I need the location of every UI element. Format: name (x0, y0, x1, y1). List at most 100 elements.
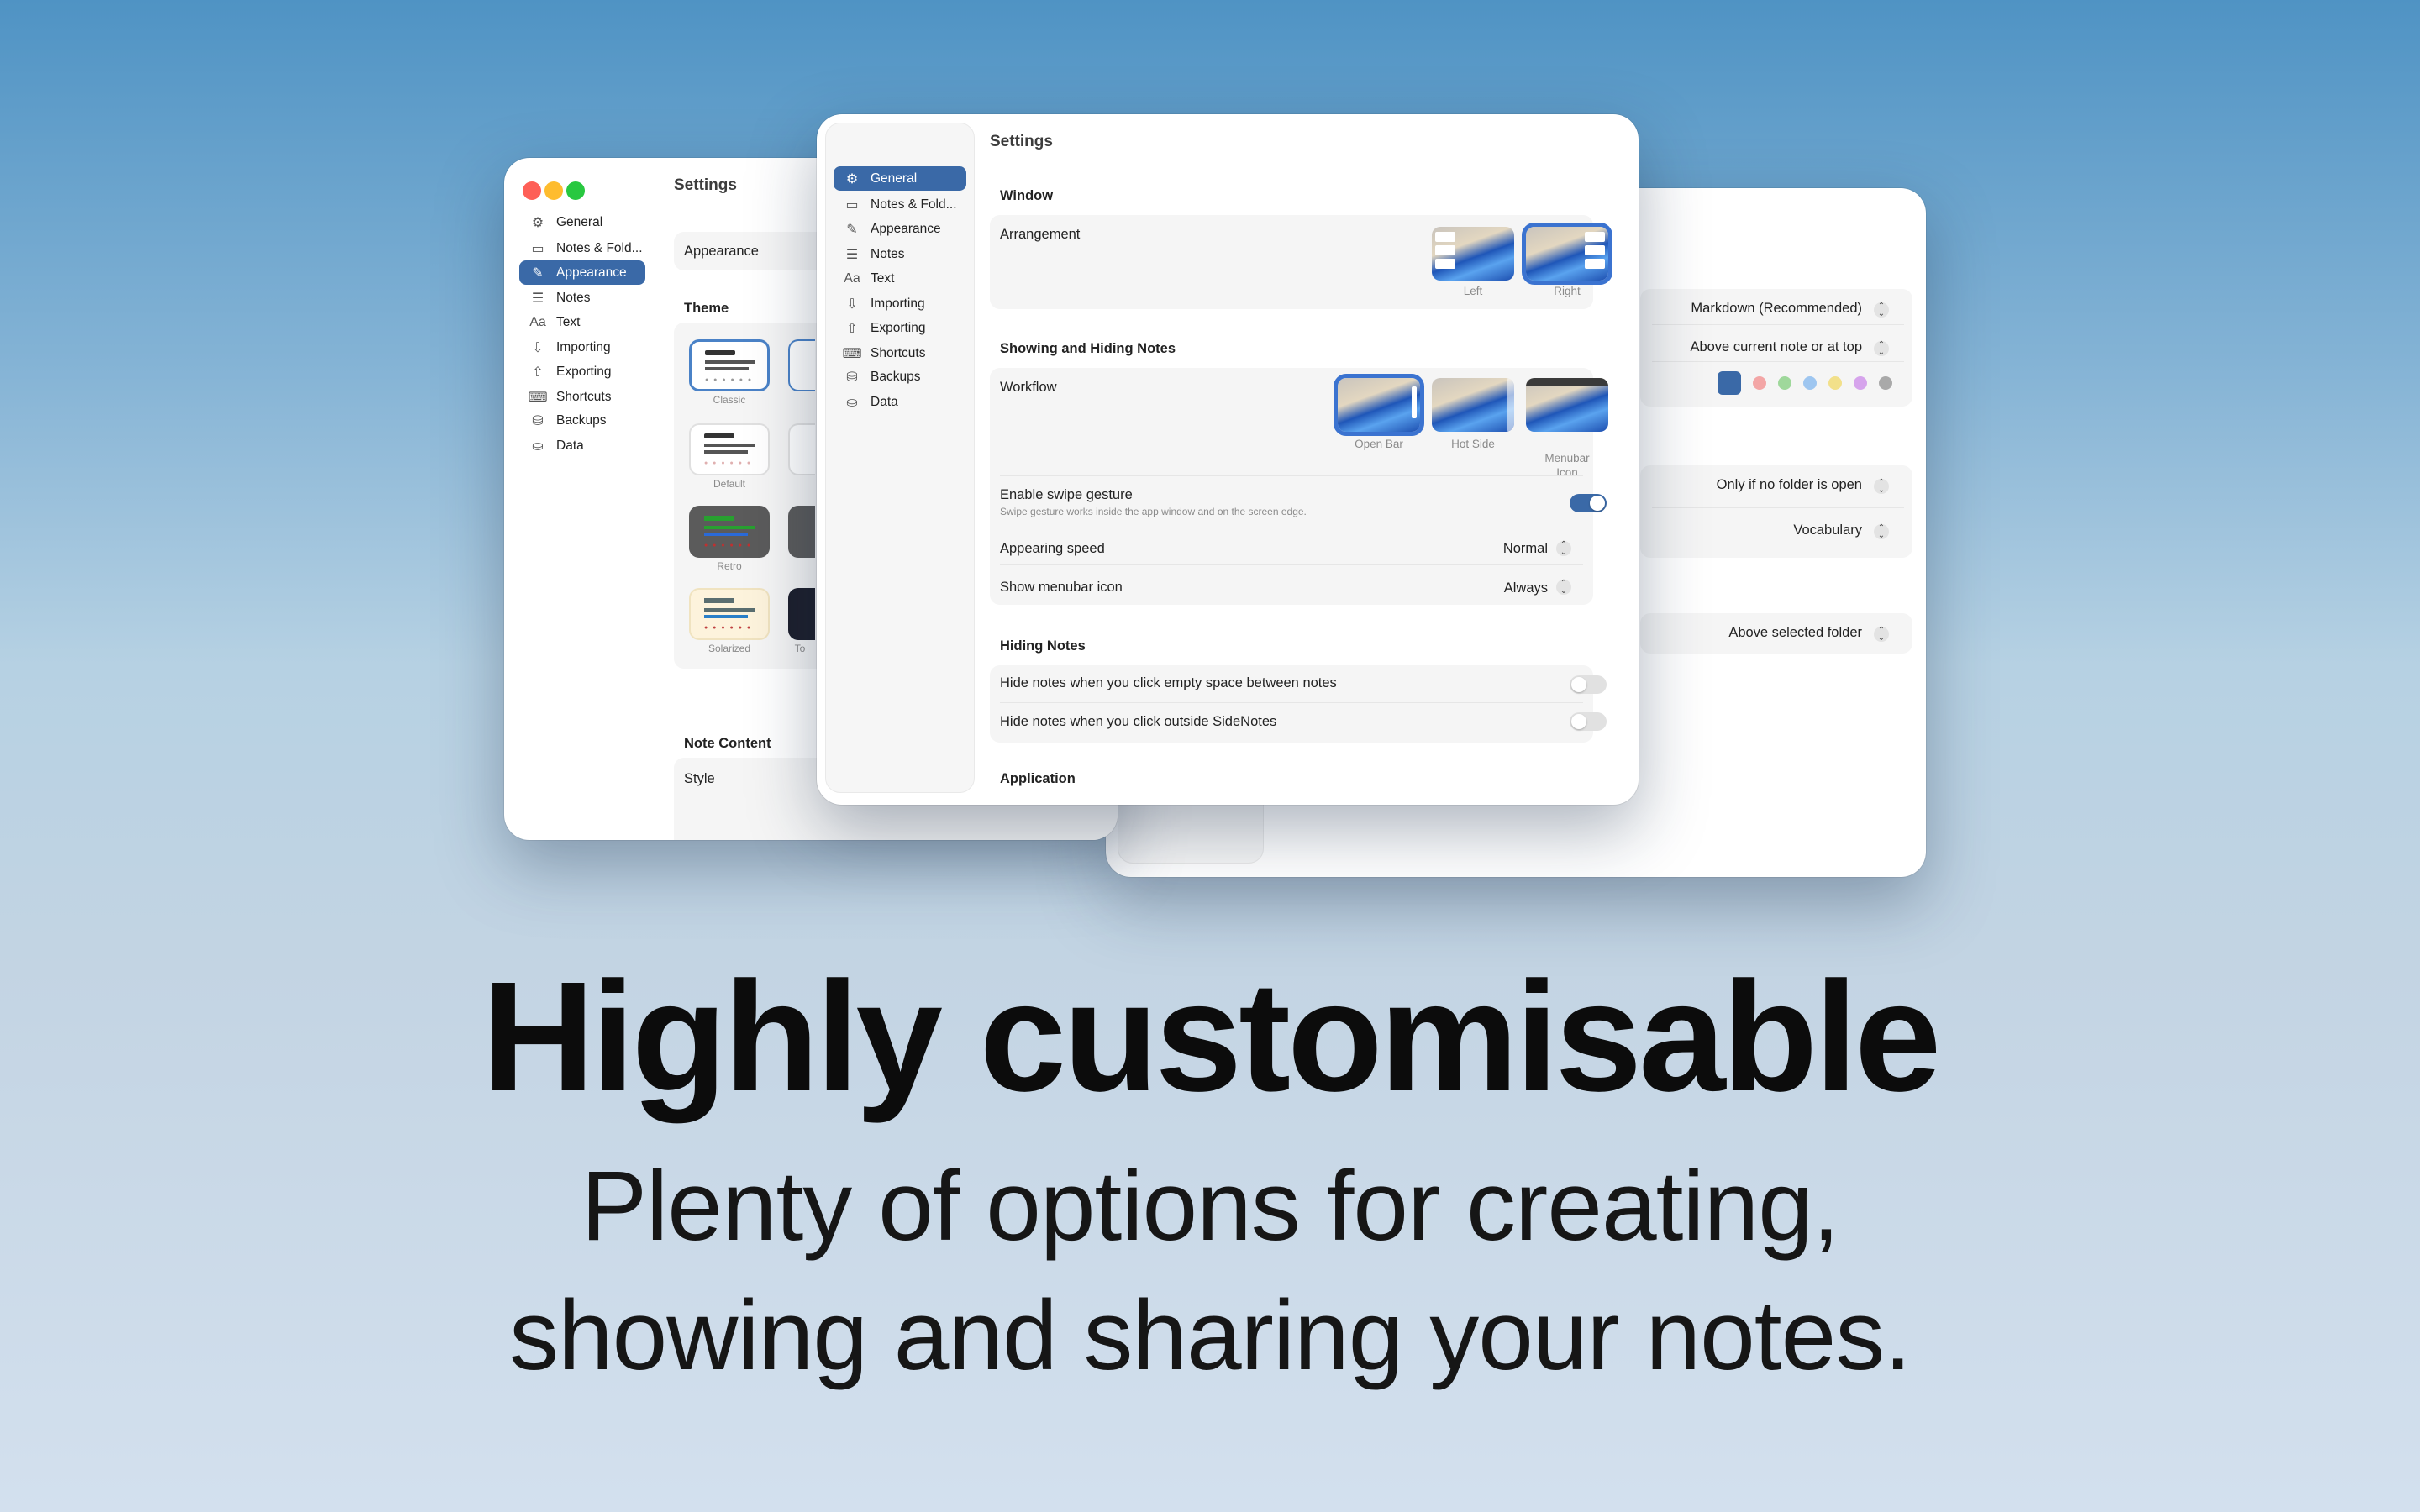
sidebar-item-exporting[interactable]: ⇧ Exporting (834, 316, 966, 340)
folder-icon: ▭ (531, 241, 544, 256)
menubar-preview (1526, 378, 1608, 386)
workflow-menubar-icon-option[interactable] (1526, 378, 1608, 432)
theme-default-thumb[interactable]: ● ● ● ● ● ● (689, 423, 770, 475)
show-menubar-icon-stepper-icon[interactable]: ⌃ ⌄ (1556, 580, 1571, 596)
arrangement-label: Arrangement (1000, 227, 1081, 242)
sidebar-item-notes[interactable]: ☰ Notes (519, 286, 645, 310)
format-stepper-icon[interactable]: ⌃ ⌄ (1874, 302, 1889, 318)
theme-default-partial-thumb[interactable] (788, 423, 815, 475)
sidebar-item-shortcuts[interactable]: ⌨ Shortcuts (834, 341, 966, 365)
sidebar-item-backups[interactable]: ⛁ Backups (519, 408, 645, 433)
sidebar-item-label: Data (871, 394, 898, 409)
new-note-position-stepper-icon[interactable]: ⌃ ⌄ (1874, 341, 1889, 357)
sidebar-preview (1435, 259, 1455, 269)
workflow-menubar-icon-label: Menubar Icon (1517, 437, 1618, 480)
application-heading: Application (1000, 771, 1076, 786)
hide-outside-toggle[interactable] (1570, 712, 1607, 731)
divider (1000, 475, 1583, 476)
sidebar-item-label: General (871, 171, 918, 186)
front-sidebar-list: ⚙ General ▭ Notes & Fold... ✎ Appearance ☰ Note… (825, 166, 975, 427)
color-swatch[interactable] (1828, 376, 1842, 390)
arrangement-right-option[interactable] (1522, 223, 1612, 285)
workflow-open-bar-option[interactable] (1334, 374, 1424, 436)
theme-classic-partial-thumb[interactable] (788, 339, 815, 391)
color-swatch[interactable] (1778, 376, 1791, 390)
sidebar-item-label: Backups (556, 412, 607, 428)
folder-position-value[interactable]: Above selected folder (1610, 625, 1862, 641)
appearing-speed-value[interactable]: Normal (1439, 541, 1548, 557)
sidebar-item-label: Shortcuts (556, 389, 612, 404)
sidebar-item-text[interactable]: Aa Text (519, 310, 645, 334)
theme-solarized-thumb[interactable]: ● ● ● ● ● ● (689, 588, 770, 640)
color-swatch-selected[interactable] (1718, 371, 1741, 395)
workflow-hot-side-option[interactable] (1432, 378, 1514, 432)
format-value[interactable]: Markdown (Recommended) (1660, 301, 1862, 317)
new-note-position-value[interactable]: Above current note or at top (1610, 339, 1862, 355)
keyboard-icon: ⌨ (528, 390, 548, 405)
folder-option-value[interactable]: Only if no folder is open (1610, 477, 1862, 493)
data-icon: ⛀ (846, 395, 858, 410)
sidebar-item-general[interactable]: ⚙ General (834, 166, 966, 191)
theme-retro-thumb[interactable]: ● ● ● ● ● ● (689, 506, 770, 558)
sidebar-item-label: Data (556, 438, 584, 453)
sidebar-item-importing[interactable]: ⇩ Importing (834, 291, 966, 316)
hiding-heading: Hiding Notes (1000, 638, 1086, 654)
text-icon: Aa (529, 314, 546, 329)
arrangement-left-label: Left (1463, 285, 1483, 297)
theme-tokyo-partial-thumb[interactable] (788, 588, 815, 640)
sidebar-item-shortcuts[interactable]: ⌨ Shortcuts (519, 385, 645, 409)
color-swatch[interactable] (1753, 376, 1766, 390)
subline-2: showing and sharing your notes. (509, 1280, 1912, 1391)
sidebar-item-label: Text (871, 270, 895, 286)
sidebar-item-label: Appearance (556, 265, 627, 280)
dictionary-stepper-icon[interactable]: ⌃ ⌄ (1874, 524, 1889, 540)
backup-icon: ⛁ (846, 370, 858, 385)
export-icon: ⇧ (532, 365, 544, 380)
sidebar-item-importing[interactable]: ⇩ Importing (519, 335, 645, 360)
sidebar-item-appearance[interactable]: ✎ Appearance (834, 217, 966, 241)
sidebar-item-notes[interactable]: ☰ Notes (834, 242, 966, 266)
workflow-label: Workflow (1000, 380, 1057, 395)
sidebar-item-data[interactable]: ⛀ Data (834, 390, 966, 414)
theme-classic-thumb[interactable]: ● ● ● ● ● ● (689, 339, 770, 391)
hide-empty-space-toggle[interactable] (1570, 675, 1607, 694)
sidebar-item-label: Notes (556, 290, 591, 305)
theme-retro-partial-thumb[interactable] (788, 506, 815, 558)
note-content-heading: Note Content (684, 736, 771, 751)
theme-default-label: Default (713, 478, 746, 490)
sidebar-item-label: Text (556, 314, 581, 329)
subline-1: Plenty of options for creating, (581, 1151, 1839, 1262)
sidebar-item-notes-fold[interactable]: ▭ Notes & Fold... (519, 236, 645, 260)
sidebar-item-notes-fold[interactable]: ▭ Notes & Fold... (834, 192, 966, 217)
color-swatch[interactable] (1879, 376, 1892, 390)
folder-option-stepper-icon[interactable]: ⌃ ⌄ (1874, 479, 1889, 495)
open-bar-preview (1412, 386, 1417, 418)
divider (1652, 507, 1904, 508)
gear-icon: ⚙ (531, 215, 544, 230)
arrangement-right-label: Right (1554, 285, 1581, 297)
sidebar-item-text[interactable]: Aa Text (834, 266, 966, 291)
sidebar-item-label: Backups (871, 369, 921, 384)
sidebar-item-general[interactable]: ⚙ General (519, 210, 645, 234)
sidebar-item-data[interactable]: ⛀ Data (519, 433, 645, 458)
style-label: Style (684, 771, 715, 786)
export-icon: ⇧ (846, 321, 858, 336)
arrangement-left-option[interactable] (1432, 227, 1514, 281)
front-settings-window: ⚙ General ▭ Notes & Fold... ✎ Appearance ☰ Note… (817, 114, 1639, 805)
sidebar-item-label: Notes & Fold... (556, 240, 643, 255)
sidebar-item-backups[interactable]: ⛁ Backups (834, 365, 966, 389)
folder-position-stepper-icon[interactable]: ⌃ ⌄ (1874, 627, 1889, 643)
swipe-label: Enable swipe gesture (1000, 487, 1133, 502)
sidebar-item-exporting[interactable]: ⇧ Exporting (519, 360, 645, 384)
show-menubar-icon-label: Show menubar icon (1000, 580, 1123, 595)
color-swatch[interactable] (1854, 376, 1867, 390)
show-menubar-icon-value[interactable]: Always (1439, 580, 1548, 596)
sidebar-item-appearance[interactable]: ✎ Appearance (519, 260, 645, 285)
dictionary-value[interactable]: Vocabulary (1610, 522, 1862, 538)
appearing-speed-label: Appearing speed (1000, 541, 1105, 556)
swipe-toggle[interactable] (1570, 494, 1607, 512)
brush-icon: ✎ (532, 265, 544, 281)
color-swatch[interactable] (1803, 376, 1817, 390)
keyboard-icon: ⌨ (842, 346, 862, 361)
appearing-speed-stepper-icon[interactable]: ⌃ ⌄ (1556, 541, 1571, 557)
